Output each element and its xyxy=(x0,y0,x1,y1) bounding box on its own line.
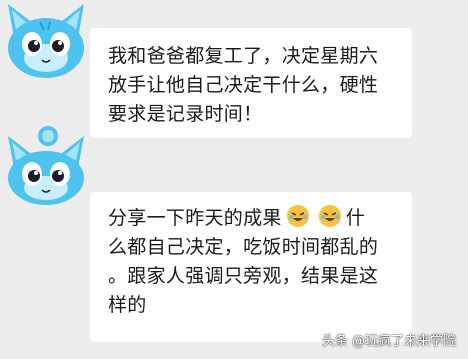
message-bubble[interactable]: 分享一下昨天的成果 什 么都自己决定，吃饭时间都乱的 。跟家人强调只旁观，结果是… xyxy=(90,192,412,342)
rolling-on-floor-laughing-icon xyxy=(286,204,310,228)
message-text-line: 么都自己决定，吃饭时间都乱的 xyxy=(108,236,379,258)
message-text-line: 分享一下昨天的成果 什 xyxy=(108,204,412,233)
message-text-line: 。跟家人强调只旁观，结果是这 xyxy=(108,265,379,287)
message-text-line: 要求是记录时间！ xyxy=(108,103,263,125)
sender-avatar[interactable] xyxy=(4,122,88,206)
message-bubble[interactable]: 我和爸爸都复工了，决定星期六 放手让他自己决定干什么，硬性 要求是记录时间！ xyxy=(90,28,412,138)
watermark: 头条 @玩疯了未来学院 xyxy=(321,334,456,349)
rolling-on-floor-laughing-icon xyxy=(318,204,342,228)
cat-avatar-icon xyxy=(8,4,84,78)
message-text-line: 放手让他自己决定干什么，硬性 xyxy=(108,74,379,96)
message-text: 什 xyxy=(345,207,366,229)
sender-avatar[interactable] xyxy=(4,0,88,84)
message-text: 分享一下昨天的成果 xyxy=(108,207,282,229)
message-text-line: 我和爸爸都复工了，决定星期六 xyxy=(108,45,379,67)
cat-avatar-icon xyxy=(8,126,84,205)
message-text-line: 样的 xyxy=(108,294,147,316)
